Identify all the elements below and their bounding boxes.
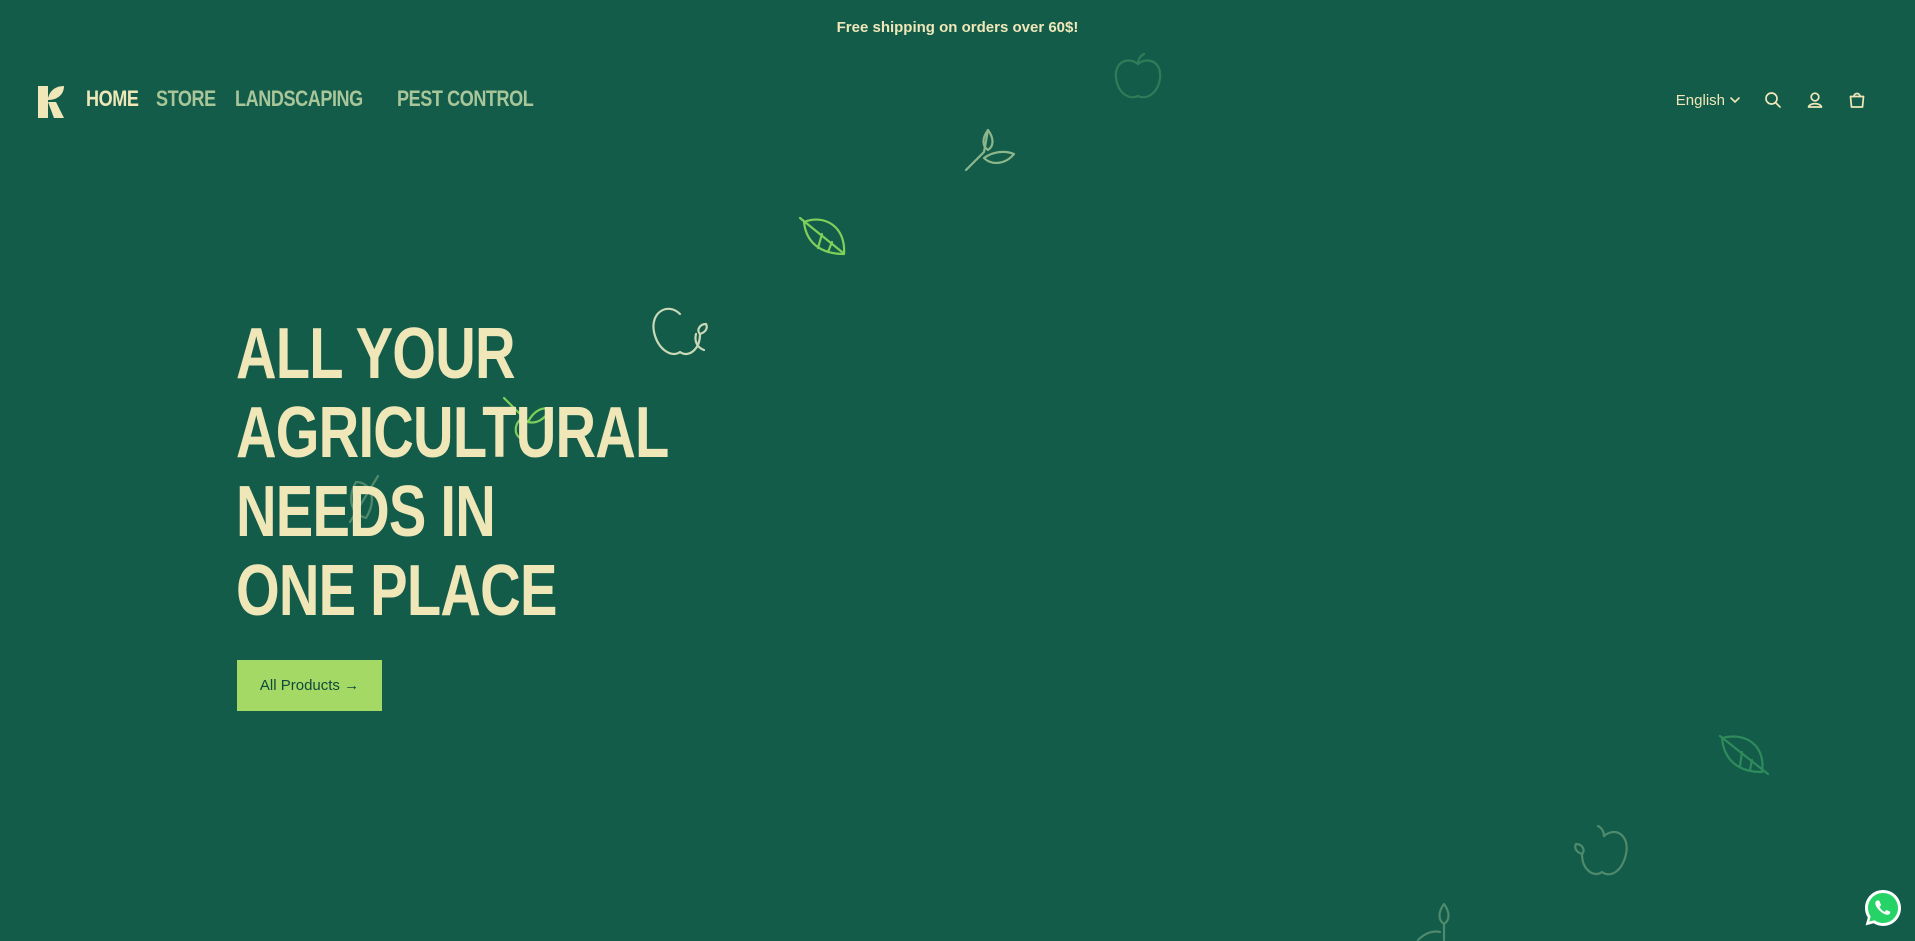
sprout-icon — [1416, 902, 1450, 941]
nav-item-store[interactable]: STORE — [156, 86, 216, 112]
chevron-down-icon — [1730, 97, 1740, 104]
hero-title: ALL YOUR AGRICULTURAL NEEDS IN ONE PLACE — [236, 315, 704, 631]
main-nav: HOME STORE LANDSCAPING PEST CONTROL — [86, 86, 549, 112]
leaf-k-logo-icon[interactable] — [36, 84, 66, 120]
account-icon[interactable] — [1805, 90, 1825, 110]
all-products-button[interactable]: All Products → — [237, 660, 382, 711]
hero-title-line: AGRICULTURAL — [236, 393, 669, 473]
cart-icon[interactable] — [1847, 90, 1867, 110]
announcement-text: Free shipping on orders over 60$! — [836, 18, 1079, 36]
hero-title-line: ALL YOUR — [236, 314, 516, 394]
sprout-icon — [964, 128, 1016, 172]
hero-title-line: ONE PLACE — [236, 551, 557, 631]
language-selector[interactable]: English — [1676, 92, 1741, 109]
whatsapp-icon[interactable] — [1863, 888, 1903, 928]
nav-item-pest-control[interactable]: PEST CONTROL — [397, 86, 534, 112]
announcement-bar: Free shipping on orders over 60$! — [0, 0, 1915, 54]
search-icon[interactable] — [1763, 90, 1783, 110]
nav-item-landscaping[interactable]: LANDSCAPING — [235, 86, 363, 112]
hero-section: ALL YOUR AGRICULTURAL NEEDS IN ONE PLACE — [236, 315, 756, 631]
header-utilities: English — [1676, 90, 1867, 110]
language-label: English — [1675, 91, 1725, 109]
site-header: HOME STORE LANDSCAPING PEST CONTROL Engl… — [0, 80, 1915, 124]
hero-title-line: NEEDS IN — [236, 472, 496, 552]
apple-outline-icon — [1574, 824, 1628, 876]
leaf-icon — [798, 216, 846, 256]
leaf-icon — [1718, 734, 1770, 776]
nav-item-home[interactable]: HOME — [86, 86, 139, 112]
